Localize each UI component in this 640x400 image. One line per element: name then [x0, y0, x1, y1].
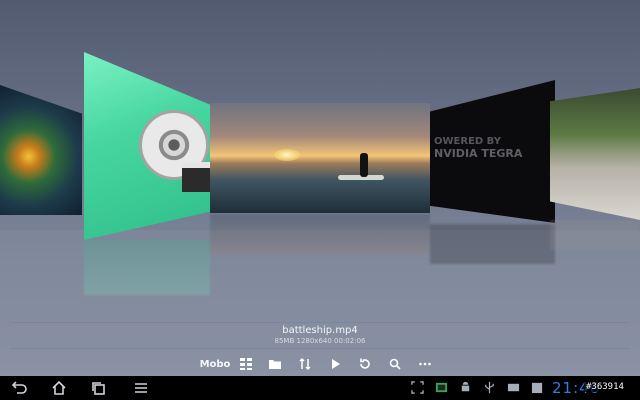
play-icon	[332, 359, 340, 369]
more-icon	[419, 362, 431, 366]
sun-glow	[274, 149, 300, 161]
reflection-center	[210, 214, 430, 254]
fullscreen-icon	[410, 380, 424, 394]
search-icon	[389, 358, 401, 370]
powered-by-text: OWERED BY NVIDIA TEGRA	[434, 136, 544, 160]
mail-icon	[507, 383, 519, 391]
screenshot-status-icon	[410, 380, 424, 394]
back-icon	[11, 381, 27, 394]
sort-icon	[299, 357, 311, 371]
watermark-label: #363914	[584, 382, 626, 392]
recent-apps-button[interactable]	[88, 376, 110, 400]
file-info: battleship.mp4 85MB 1280x640 00:02:06	[0, 325, 640, 345]
search-button[interactable]	[386, 352, 404, 376]
reflection-far-right	[550, 220, 640, 250]
mobo-brand-button[interactable]: Mobo	[198, 352, 232, 376]
file-name: battleship.mp4	[282, 325, 358, 336]
mail-status-icon	[506, 380, 520, 394]
checkbox-icon	[531, 382, 542, 393]
android-icon	[461, 381, 469, 391]
home-button[interactable]	[48, 376, 70, 400]
sort-button[interactable]	[296, 352, 314, 376]
system-bar: 21:46	[0, 376, 640, 400]
fantasy-scene-thumbnail[interactable]	[0, 85, 82, 215]
more-button[interactable]	[416, 352, 434, 376]
back-button[interactable]	[8, 376, 30, 400]
usb-status-icon	[482, 380, 496, 394]
nvidia-tegra-thumbnail[interactable]: OWERED BY NVIDIA TEGRA	[430, 80, 555, 223]
folder-button[interactable]	[266, 352, 284, 376]
play-button[interactable]	[326, 352, 344, 376]
park-scene-thumbnail[interactable]	[550, 88, 640, 220]
clapperboard-icon	[182, 162, 210, 192]
surfer-silhouette	[360, 153, 368, 177]
folder-icon	[269, 360, 281, 369]
powered-line-1: OWERED BY	[434, 136, 501, 147]
refresh-icon	[360, 358, 370, 369]
divider-bottom	[10, 348, 630, 349]
film-reel-thumbnail[interactable]	[84, 52, 210, 240]
usb-icon	[484, 381, 494, 393]
player-toolbar: Mobo	[0, 352, 640, 376]
coverflow-stage: OWERED BY NVIDIA TEGRA battleship.mp4 85…	[0, 0, 640, 376]
recent-apps-icon	[92, 382, 105, 395]
powered-line-2: NVIDIA TEGRA	[434, 147, 523, 160]
grid-view-button[interactable]	[237, 352, 255, 376]
home-icon	[52, 380, 66, 395]
menu-button[interactable]	[130, 376, 152, 400]
check-status-icon	[530, 380, 544, 394]
grid-view-icon	[240, 358, 252, 370]
reflection-left	[84, 240, 210, 295]
android-status-icon	[458, 380, 472, 394]
menu-icon	[135, 383, 147, 393]
divider-top	[10, 322, 630, 323]
reflection-right	[430, 224, 555, 264]
file-meta: 85MB 1280x640 00:02:06	[274, 337, 366, 345]
sunset-surfer-thumbnail[interactable]	[210, 103, 430, 213]
refresh-button[interactable]	[356, 352, 374, 376]
image-icon	[435, 382, 447, 392]
gallery-status-icon	[434, 380, 448, 394]
